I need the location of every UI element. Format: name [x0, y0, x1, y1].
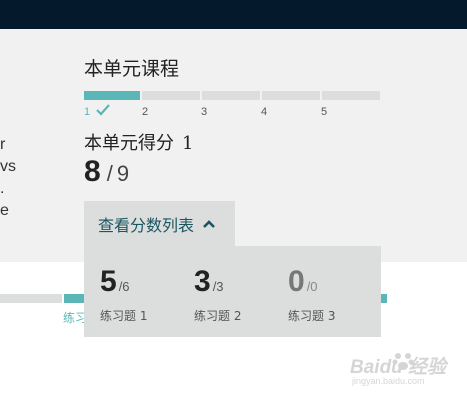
step-label-1[interactable]: 1 [84, 106, 90, 118]
step-label-4[interactable]: 4 [261, 106, 267, 118]
score-item-total: /0 [306, 279, 318, 294]
step-label-2[interactable]: 2 [142, 106, 148, 118]
lesson-progress-track [84, 91, 380, 100]
chevron-up-icon [203, 220, 215, 228]
top-bar [0, 0, 467, 29]
left-text-snippet: r vs . e [0, 134, 16, 222]
step-label-3[interactable]: 3 [201, 106, 207, 118]
score-item-value: 3 [194, 265, 211, 298]
below-progress-segment[interactable] [64, 294, 84, 303]
progress-segment-1[interactable] [84, 91, 140, 100]
unit-score: 8/9 [84, 155, 129, 189]
score-item-name: 练习题 3 [288, 309, 336, 323]
below-progress-segment[interactable] [381, 294, 387, 303]
score-item-total: /3 [212, 279, 224, 294]
watermark-brand: Baidu 经验 [350, 357, 447, 378]
progress-segment-4[interactable] [262, 91, 320, 100]
unit-score-title-number: 1 [182, 133, 194, 154]
progress-segment-2[interactable] [142, 91, 200, 100]
score-item-value: 5 [100, 265, 117, 298]
left-snippet-line: r [0, 136, 6, 153]
score-item-value: 0 [288, 265, 305, 298]
progress-segment-5[interactable] [322, 91, 380, 100]
score-item-name: 练习题 1 [100, 309, 148, 323]
score-list: 5/6 练习题 1 3/3 练习题 2 0/0 练习题 3 [84, 246, 381, 337]
unit-score-title-text: 本单元得分 [84, 133, 174, 154]
view-score-list-button[interactable]: 查看分数列表 [84, 201, 235, 247]
below-progress-segment[interactable] [0, 294, 62, 303]
unit-score-value: 8 [84, 155, 101, 188]
score-item-name: 练习题 2 [194, 309, 242, 323]
unit-score-title: 本单元得分 1 [84, 129, 193, 155]
check-icon [96, 104, 110, 116]
score-item[interactable]: 0/0 练习题 3 [288, 265, 335, 323]
score-item[interactable]: 5/6 练习题 1 [100, 265, 147, 323]
left-snippet-line: vs [0, 158, 16, 175]
left-snippet-line: . [0, 180, 5, 197]
baidu-watermark: Baidu 经验 jingyan.baidu.com [330, 350, 460, 390]
view-score-list-label: 查看分数列表 [98, 216, 195, 235]
below-step-label[interactable]: 练习 [63, 309, 84, 326]
left-snippet-line: e [0, 202, 9, 219]
step-label-5[interactable]: 5 [321, 106, 327, 118]
watermark-url: jingyan.baidu.com [352, 376, 425, 386]
score-item[interactable]: 3/3 练习题 2 [194, 265, 241, 323]
lesson-title: 本单元课程 [84, 58, 180, 80]
unit-score-total: 9 [116, 161, 130, 186]
score-separator: / [106, 161, 113, 186]
score-item-total: /6 [118, 279, 130, 294]
progress-segment-3[interactable] [202, 91, 260, 100]
